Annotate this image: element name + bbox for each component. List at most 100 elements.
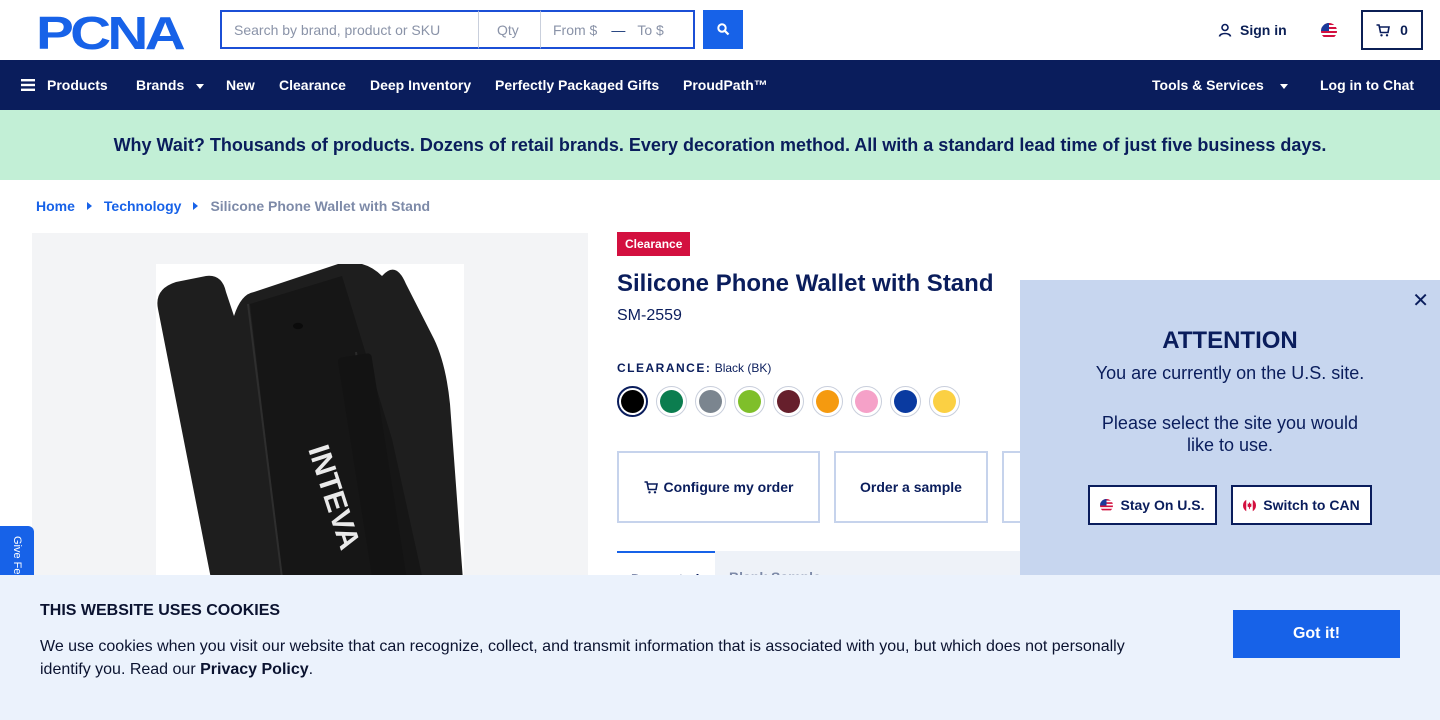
product-image[interactable]: INTEVA bbox=[156, 262, 464, 578]
swatch-color bbox=[855, 390, 878, 413]
cookie-text: We use cookies when you visit our websit… bbox=[40, 635, 1160, 681]
cookie-title: THIS WEBSITE USES COOKIES bbox=[40, 602, 281, 619]
configure-order-label: Configure my order bbox=[663, 479, 794, 495]
cart-icon bbox=[1376, 23, 1391, 36]
us-flag-icon bbox=[1100, 498, 1114, 512]
stay-us-button[interactable]: Stay On U.S. bbox=[1088, 485, 1217, 525]
accept-cookies-button[interactable]: Got it! bbox=[1233, 610, 1400, 658]
color-swatch[interactable] bbox=[812, 386, 843, 417]
nav-new[interactable]: New bbox=[226, 77, 255, 93]
breadcrumb-home[interactable]: Home bbox=[36, 198, 75, 214]
nav-deep-inventory[interactable]: Deep Inventory bbox=[370, 77, 471, 93]
main-nav: Products Brands New Clearance Deep Inven… bbox=[0, 60, 1440, 110]
cart-count: 0 bbox=[1400, 22, 1408, 38]
swatch-color bbox=[738, 390, 761, 413]
nav-products[interactable]: Products bbox=[21, 77, 108, 93]
breadcrumb-current: Silicone Phone Wallet with Stand bbox=[210, 198, 431, 214]
color-swatch[interactable] bbox=[617, 386, 648, 417]
color-swatch[interactable] bbox=[695, 386, 726, 417]
nav-chat-label: Log in to Chat bbox=[1320, 77, 1415, 93]
nav-gifts[interactable]: Perfectly Packaged Gifts bbox=[495, 77, 659, 93]
order-sample-label: Order a sample bbox=[860, 479, 962, 495]
swatch-color bbox=[699, 390, 722, 413]
product-sku: SM-2559 bbox=[617, 307, 682, 324]
configure-order-button[interactable]: Configure my order bbox=[617, 451, 820, 523]
swatch-color bbox=[621, 390, 644, 413]
nav-gifts-label: Perfectly Packaged Gifts bbox=[495, 77, 660, 93]
nav-clearance[interactable]: Clearance bbox=[279, 77, 346, 93]
price-from-input[interactable]: From $ bbox=[553, 22, 597, 38]
pcna-logo[interactable]: PCNA bbox=[36, 11, 186, 51]
cart-button[interactable]: 0 bbox=[1361, 10, 1423, 50]
stay-us-label: Stay On U.S. bbox=[1120, 497, 1205, 513]
nav-deep-inventory-label: Deep Inventory bbox=[370, 77, 472, 93]
color-swatches bbox=[617, 386, 960, 417]
privacy-policy-link[interactable]: Privacy Policy bbox=[200, 661, 309, 678]
color-swatch[interactable] bbox=[734, 386, 765, 417]
sign-in-link[interactable]: Sign in bbox=[1218, 22, 1287, 38]
clearance-badge: Clearance bbox=[617, 232, 691, 256]
nav-tools-services[interactable]: Tools & Services bbox=[1152, 77, 1288, 93]
cart-icon bbox=[644, 480, 658, 493]
switch-can-button[interactable]: Switch to CAN bbox=[1231, 485, 1372, 525]
chevron-right-icon bbox=[86, 202, 92, 210]
canada-flag-icon bbox=[1243, 498, 1257, 512]
switch-can-label: Switch to CAN bbox=[1263, 497, 1360, 513]
color-swatch[interactable] bbox=[851, 386, 882, 417]
cookie-end: . bbox=[308, 661, 314, 678]
product-title: Silicone Phone Wallet with Stand bbox=[617, 270, 994, 297]
search-button[interactable] bbox=[703, 10, 743, 49]
us-flag-icon[interactable] bbox=[1321, 23, 1337, 39]
order-sample-button[interactable]: Order a sample bbox=[834, 451, 988, 523]
nav-clearance-label: Clearance bbox=[279, 77, 346, 93]
modal-message-select: Please select the site you would like to… bbox=[1101, 413, 1359, 455]
hamburger-icon bbox=[21, 79, 35, 91]
nav-brands[interactable]: Brands bbox=[136, 77, 205, 93]
nav-brands-label: Brands bbox=[136, 77, 185, 93]
chevron-right-icon bbox=[193, 202, 199, 210]
feedback-label: Give Feedback bbox=[11, 536, 23, 578]
promo-banner: Why Wait? Thousands of products. Dozens … bbox=[0, 110, 1440, 180]
chevron-down-icon bbox=[1279, 84, 1288, 89]
swatch-color bbox=[933, 390, 956, 413]
nav-chat-login[interactable]: Log in to Chat bbox=[1320, 77, 1414, 93]
nav-new-label: New bbox=[226, 77, 255, 93]
swatch-color bbox=[894, 390, 917, 413]
close-icon[interactable]: ✕ bbox=[1412, 288, 1429, 313]
country-select-modal: ✕ ATTENTION You are currently on the U.S… bbox=[1020, 280, 1440, 578]
nav-products-label: Products bbox=[47, 77, 108, 93]
product-image-panel: INTEVA bbox=[32, 233, 588, 578]
phone-wallet-image: INTEVA bbox=[157, 262, 463, 578]
color-label: CLEARANCE: bbox=[617, 361, 712, 375]
color-value: Black (BK) bbox=[714, 361, 772, 375]
svg-text:PCNA: PCNA bbox=[36, 11, 184, 51]
price-range-input[interactable]: From $ — To $ bbox=[540, 10, 695, 49]
qty-input[interactable]: Qty bbox=[478, 10, 540, 49]
swatch-color bbox=[660, 390, 683, 413]
modal-message-current: You are currently on the U.S. site. bbox=[1095, 363, 1365, 383]
color-swatch[interactable] bbox=[890, 386, 921, 417]
color-swatch[interactable] bbox=[773, 386, 804, 417]
nav-tools-label: Tools & Services bbox=[1152, 77, 1264, 93]
user-icon bbox=[1218, 23, 1232, 37]
color-selection-label: CLEARANCE: Black (BK) bbox=[617, 361, 771, 375]
swatch-color bbox=[816, 390, 839, 413]
search-bar: Search by brand, product or SKU Qty From… bbox=[220, 10, 695, 49]
color-swatch[interactable] bbox=[656, 386, 687, 417]
search-input[interactable]: Search by brand, product or SKU bbox=[220, 10, 478, 49]
search-icon bbox=[716, 23, 729, 36]
breadcrumb-technology[interactable]: Technology bbox=[104, 198, 182, 214]
nav-proudpath[interactable]: ProudPath™ bbox=[683, 77, 768, 93]
price-to-input[interactable]: To $ bbox=[637, 22, 663, 38]
top-header: PCNA Search by brand, product or SKU Qty… bbox=[0, 0, 1440, 60]
sign-in-label: Sign in bbox=[1240, 22, 1287, 38]
feedback-tab[interactable]: Give Feedback bbox=[0, 526, 34, 578]
range-dash: — bbox=[611, 21, 626, 38]
promo-text: Why Wait? Thousands of products. Dozens … bbox=[113, 134, 1327, 155]
color-swatch[interactable] bbox=[929, 386, 960, 417]
nav-proudpath-label: ProudPath™ bbox=[683, 77, 768, 93]
swatch-color bbox=[777, 390, 800, 413]
modal-heading: ATTENTION bbox=[1162, 327, 1298, 354]
chevron-down-icon bbox=[196, 84, 205, 89]
cookie-banner: THIS WEBSITE USES COOKIES We use cookies… bbox=[0, 575, 1440, 720]
